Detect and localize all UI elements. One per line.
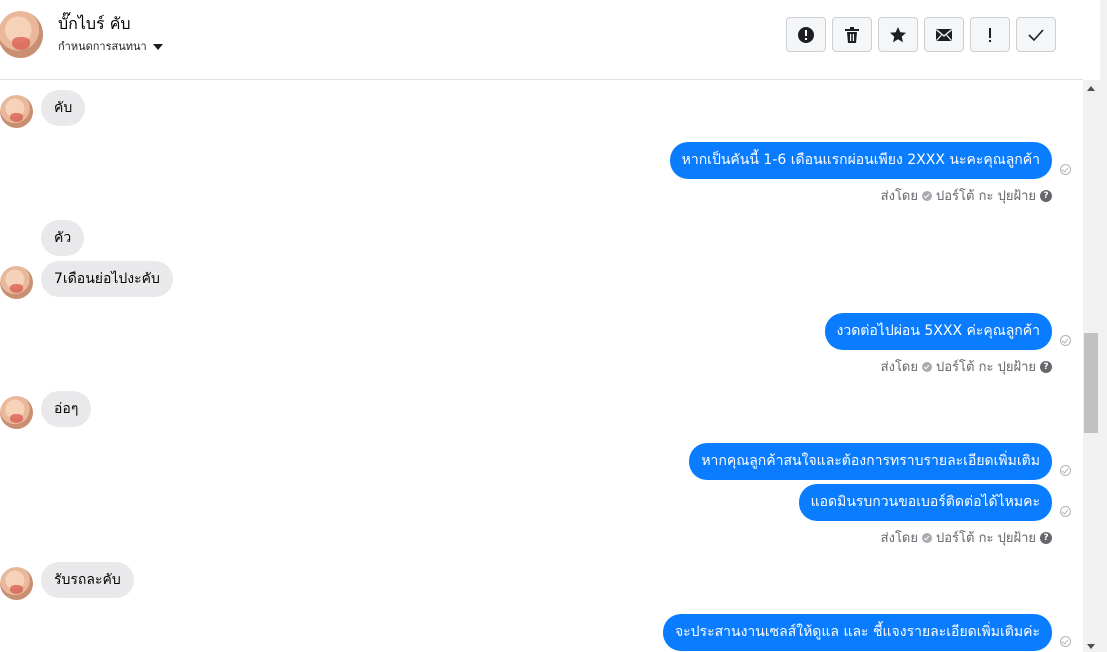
- sent-by-info: ส่งโดย ปอร์โต้ กะ ปุยฝ้าย ?: [881, 356, 1052, 377]
- thread-scrollbar[interactable]: [1083, 80, 1100, 652]
- sent-by-info: ส่งโดย ปอร์โต้ กะ ปุยฝ้าย ?: [881, 527, 1052, 548]
- contact-avatar[interactable]: [0, 11, 43, 58]
- trash-icon: [845, 26, 859, 43]
- incoming-message[interactable]: อ่อๆ: [41, 391, 92, 427]
- outgoing-message[interactable]: หากคุณลูกค้าสนใจและต้องการทราบรายละเอียด…: [689, 443, 1052, 480]
- done-button[interactable]: [1016, 17, 1056, 52]
- contact-name[interactable]: บั๊กไบร์ คับ: [58, 12, 131, 37]
- read-receipt-icon: [1060, 636, 1071, 647]
- mail-button[interactable]: [924, 17, 964, 52]
- important-button[interactable]: [970, 17, 1010, 52]
- incoming-message[interactable]: รับรถละคับ: [41, 562, 134, 598]
- verified-icon: [922, 190, 932, 201]
- delete-button[interactable]: [832, 17, 872, 52]
- read-receipt-icon: [1060, 506, 1071, 517]
- sender-name[interactable]: ปอร์โต้ กะ ปุยฝ้าย: [936, 527, 1036, 548]
- contact-avatar-small: [0, 567, 33, 600]
- conversation-schedule-dropdown[interactable]: กำหนดการสนทนา: [58, 37, 163, 55]
- conversation-schedule-label: กำหนดการสนทนา: [58, 40, 147, 53]
- star-icon: [890, 26, 906, 42]
- outgoing-message[interactable]: งวดต่อไปผ่อน 5XXX ค่ะคุณลูกค้า: [824, 313, 1052, 350]
- incoming-message[interactable]: คัว: [41, 220, 85, 256]
- read-receipt-icon: [1060, 164, 1071, 175]
- message-thread[interactable]: คับ หากเป็นคันนี้ 1-6 เดือนแรกผ่อนเพียง …: [0, 80, 1083, 652]
- help-icon[interactable]: ?: [1040, 189, 1052, 202]
- read-receipt-icon: [1060, 335, 1071, 346]
- incoming-message[interactable]: 7เดือนย่อไปงะคับ: [41, 261, 173, 297]
- scroll-up-arrow-icon[interactable]: [1087, 86, 1095, 91]
- exclamation-icon: [989, 27, 991, 42]
- envelope-icon: [936, 28, 952, 41]
- incoming-message[interactable]: คับ: [41, 90, 86, 126]
- outgoing-message[interactable]: หากเป็นคันนี้ 1-6 เดือนแรกผ่อนเพียง 2XXX…: [669, 142, 1052, 179]
- chevron-down-icon: [152, 43, 163, 50]
- header-actions: [786, 17, 1056, 52]
- verified-icon: [922, 532, 932, 543]
- outgoing-message[interactable]: แอดมินรบกวนขอเบอร์ติดต่อได้ไหมคะ: [798, 484, 1052, 521]
- contact-avatar-small: [0, 396, 33, 429]
- help-icon[interactable]: ?: [1040, 531, 1052, 544]
- sent-by-label: ส่งโดย: [880, 360, 918, 375]
- sent-by-info: ส่งโดย ปอร์โต้ กะ ปุยฝ้าย ?: [881, 185, 1052, 206]
- help-icon[interactable]: ?: [1040, 360, 1052, 373]
- scrollbar-thumb[interactable]: [1084, 333, 1098, 433]
- sender-name[interactable]: ปอร์โต้ กะ ปุยฝ้าย: [936, 356, 1036, 377]
- scroll-down-arrow-icon[interactable]: [1087, 644, 1095, 649]
- read-receipt-icon: [1060, 465, 1071, 476]
- verified-icon: [922, 361, 932, 372]
- alert-circle-icon: [798, 26, 814, 43]
- checkmark-icon: [1028, 28, 1044, 41]
- window-edge: [1100, 0, 1107, 652]
- outgoing-message[interactable]: จะประสานงานเซลส์ให้ดูแล และ ชี้แจงรายละเ…: [662, 614, 1052, 651]
- star-button[interactable]: [878, 17, 918, 52]
- sent-by-label: ส่งโดย: [880, 531, 918, 546]
- conversation-header: บั๊กไบร์ คับ กำหนดการสนทนา: [0, 0, 1083, 80]
- contact-avatar-small: [0, 266, 33, 299]
- sender-name[interactable]: ปอร์โต้ กะ ปุยฝ้าย: [936, 185, 1036, 206]
- contact-avatar-small: [0, 95, 33, 128]
- sent-by-label: ส่งโดย: [880, 189, 918, 204]
- alert-circle-button[interactable]: [786, 17, 826, 52]
